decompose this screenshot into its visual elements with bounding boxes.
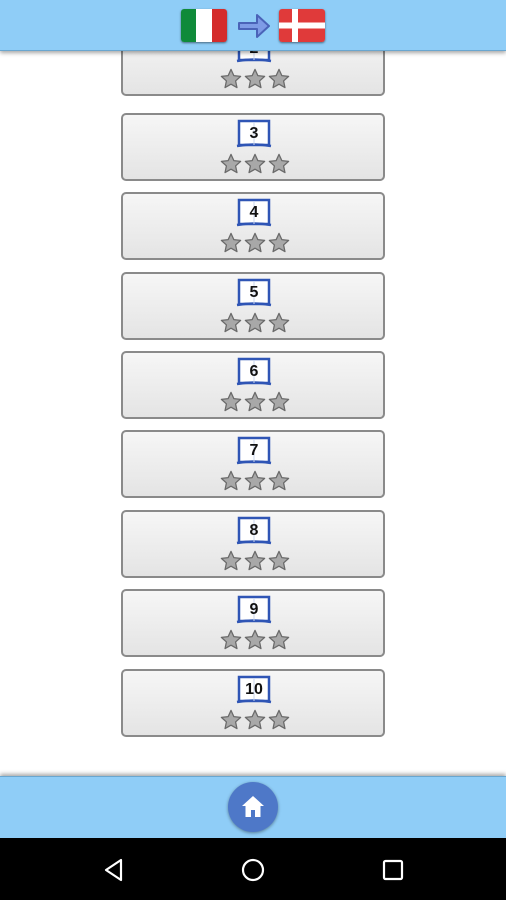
book-icon: 9 [236,595,272,625]
level-number: 10 [245,681,263,698]
star-icon [220,709,242,730]
level-button-5[interactable]: 5 [121,272,385,340]
system-navigation-bar [0,838,506,900]
back-icon[interactable] [101,857,127,883]
star-icon [244,629,266,650]
level-button-9[interactable]: 9 [121,589,385,657]
star-icon [220,68,242,89]
star-icon [268,550,290,571]
star-rating [220,68,290,90]
book-icon: 8 [236,516,272,546]
italy-flag-icon [181,9,227,42]
star-icon [220,153,242,174]
book-icon: 6 [236,357,272,387]
star-rating [220,391,290,413]
star-icon [268,153,290,174]
star-rating [220,629,290,651]
star-icon [244,709,266,730]
denmark-flag-icon [279,9,325,42]
level-button-6[interactable]: 6 [121,351,385,419]
star-icon [268,470,290,491]
star-rating [220,470,290,492]
level-list[interactable]: 2 3 4 5 [0,50,506,774]
star-icon [268,68,290,89]
home-button[interactable] [228,782,278,832]
level-number: 3 [249,125,259,142]
star-rating [220,232,290,254]
star-rating [220,153,290,175]
level-button-3[interactable]: 3 [121,113,385,181]
star-icon [220,629,242,650]
bottom-bar [0,776,506,839]
star-icon [220,391,242,412]
level-number: 4 [249,204,259,221]
top-bar [0,0,506,51]
star-icon [244,153,266,174]
star-rating [220,312,290,334]
star-icon [268,709,290,730]
arrow-right-icon [238,14,270,38]
level-button-8[interactable]: 8 [121,510,385,578]
book-icon: 5 [236,278,272,308]
book-icon: 7 [236,436,272,466]
star-rating [220,709,290,731]
home-icon [242,796,264,817]
star-icon [244,470,266,491]
level-number: 7 [249,442,259,459]
star-icon [268,391,290,412]
star-icon [244,232,266,253]
star-icon [268,629,290,650]
star-icon [220,312,242,333]
level-number: 9 [249,601,259,618]
star-icon [220,550,242,571]
star-icon [244,68,266,89]
book-icon: 2 [236,50,272,64]
level-number: 5 [249,284,259,301]
star-icon [220,470,242,491]
star-icon [244,312,266,333]
star-icon [268,232,290,253]
star-icon [220,232,242,253]
level-number: 8 [249,522,259,539]
recents-icon[interactable] [380,857,406,883]
star-rating [220,550,290,572]
star-icon [244,550,266,571]
book-icon: 10 [236,675,272,705]
star-icon [244,391,266,412]
level-number: 2 [236,50,272,57]
level-button-2[interactable]: 2 [121,50,385,96]
book-icon: 4 [236,198,272,228]
star-icon [268,312,290,333]
book-icon: 3 [236,119,272,149]
level-button-7[interactable]: 7 [121,430,385,498]
level-number: 6 [249,363,259,380]
level-button-10[interactable]: 10 [121,669,385,737]
level-button-4[interactable]: 4 [121,192,385,260]
home-circle-icon[interactable] [240,857,266,883]
